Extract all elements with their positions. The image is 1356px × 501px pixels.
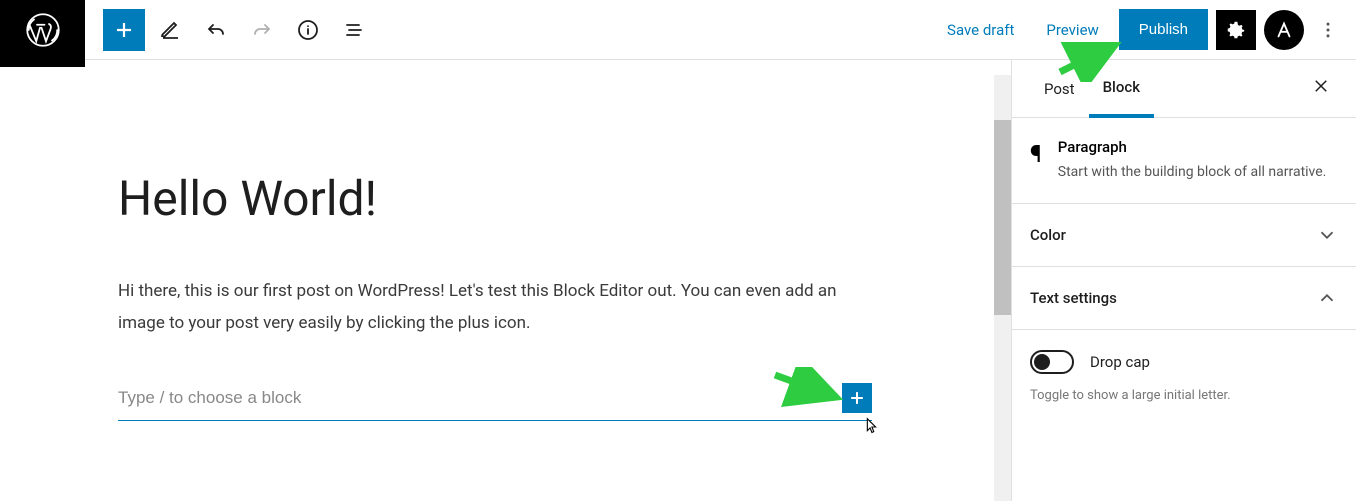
toolbar-right-group: Save draft Preview Publish: [935, 9, 1356, 50]
more-options-button[interactable]: [1312, 10, 1344, 50]
settings-button[interactable]: [1216, 10, 1256, 50]
redo-icon: [250, 18, 274, 42]
redo-button: [241, 9, 283, 51]
toolbar-left-group: [85, 9, 375, 51]
cursor-pointer-icon: [860, 416, 882, 438]
tab-post[interactable]: Post: [1030, 62, 1089, 116]
color-section[interactable]: Color: [1012, 204, 1356, 267]
wordpress-logo[interactable]: [0, 0, 85, 67]
chevron-up-icon: [1316, 287, 1338, 309]
block-type-input[interactable]: [118, 380, 842, 416]
text-settings-title: Text settings: [1030, 289, 1117, 307]
add-block-inline-button[interactable]: [842, 383, 872, 413]
info-icon: [296, 18, 320, 42]
outline-button[interactable]: [333, 9, 375, 51]
pencil-icon: [158, 18, 182, 42]
publish-button[interactable]: Publish: [1119, 9, 1208, 50]
block-type-description: Start with the building block of all nar…: [1058, 162, 1327, 183]
editor-content: Hello World! Hi there, this is our first…: [0, 60, 990, 421]
close-sidebar-button[interactable]: [1304, 68, 1338, 109]
paragraph-icon: ¶: [1030, 138, 1042, 183]
list-icon: [342, 18, 366, 42]
main-area: Hello World! Hi there, this is our first…: [0, 60, 1356, 501]
toggle-handle: [1034, 354, 1050, 370]
edit-button[interactable]: [149, 9, 191, 51]
save-draft-button[interactable]: Save draft: [935, 13, 1026, 47]
dots-vertical-icon: [1318, 20, 1338, 40]
add-block-button[interactable]: [103, 9, 145, 51]
paragraph-block[interactable]: Hi there, this is our first post on Word…: [118, 275, 872, 340]
drop-cap-label: Drop cap: [1090, 353, 1150, 371]
text-settings-body: Drop cap Toggle to show a large initial …: [1012, 330, 1356, 423]
gear-icon: [1225, 19, 1247, 41]
text-settings-section-header[interactable]: Text settings: [1012, 267, 1356, 330]
top-toolbar: Save draft Preview Publish: [0, 0, 1356, 60]
block-type-name: Paragraph: [1058, 138, 1327, 156]
undo-button[interactable]: [195, 9, 237, 51]
plus-icon: [847, 388, 867, 408]
color-section-title: Color: [1030, 226, 1066, 244]
info-button[interactable]: [287, 9, 329, 51]
preview-button[interactable]: Preview: [1034, 13, 1110, 47]
undo-icon: [204, 18, 228, 42]
chevron-down-icon: [1316, 224, 1338, 246]
drop-cap-toggle[interactable]: [1030, 350, 1074, 374]
plus-icon: [112, 18, 136, 42]
block-type-panel: ¶ Paragraph Start with the building bloc…: [1012, 118, 1356, 204]
wordpress-icon: [25, 12, 61, 48]
editor-canvas: Hello World! Hi there, this is our first…: [0, 60, 1011, 501]
new-block-input-row: [118, 380, 872, 421]
drop-cap-help: Toggle to show a large initial letter.: [1030, 388, 1338, 403]
tab-block[interactable]: Block: [1089, 60, 1154, 118]
post-title[interactable]: Hello World!: [118, 170, 872, 227]
settings-sidebar: Post Block ¶ Paragraph Start with the bu…: [1011, 60, 1356, 501]
a-logo-icon: [1273, 19, 1295, 41]
sidebar-tabs: Post Block: [1012, 60, 1356, 118]
scrollbar-thumb[interactable]: [994, 120, 1011, 315]
close-icon: [1312, 77, 1330, 95]
site-logo-button[interactable]: [1264, 10, 1304, 50]
